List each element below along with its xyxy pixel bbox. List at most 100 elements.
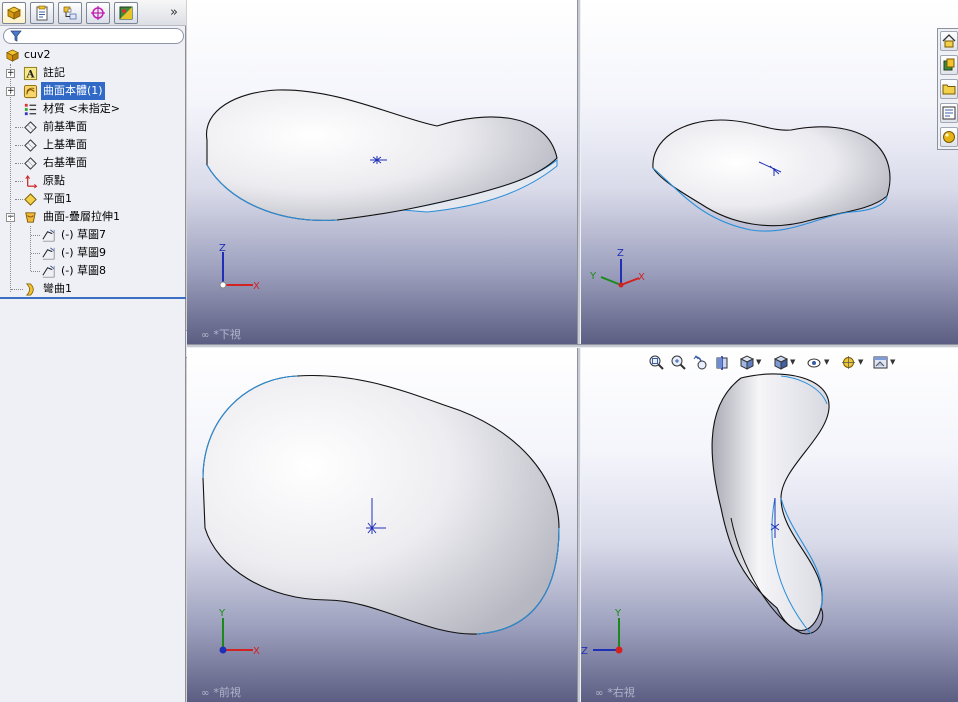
viewport-horizontal-splitter[interactable] bbox=[187, 344, 958, 348]
plane-icon bbox=[22, 137, 38, 153]
part-icon bbox=[4, 47, 20, 63]
triad-icon: Z X Y bbox=[589, 248, 645, 288]
view-orientation-button[interactable]: ▼ bbox=[738, 352, 761, 372]
display-style-icon bbox=[773, 354, 789, 370]
surface-bodies-icon bbox=[22, 83, 38, 99]
tree-connector bbox=[15, 127, 23, 128]
viewport-front-view[interactable]: Y X ∞ *前視 bbox=[187, 348, 577, 702]
tree-item-origin[interactable]: 原點 bbox=[0, 172, 186, 190]
zoom-to-fit-button[interactable] bbox=[648, 352, 665, 372]
surface-loft-icon bbox=[22, 209, 38, 225]
home-icon bbox=[942, 34, 956, 48]
display-style-button[interactable]: ▼ bbox=[772, 352, 795, 372]
property-manager-icon bbox=[36, 5, 48, 21]
svg-text:Z: Z bbox=[219, 243, 226, 254]
configuration-manager-tab[interactable] bbox=[58, 2, 82, 24]
sketch-icon bbox=[40, 245, 56, 261]
design-library-tab[interactable] bbox=[940, 55, 958, 75]
dimxpert-manager-tab[interactable] bbox=[86, 2, 110, 24]
tree-item-label: 前基準面 bbox=[43, 120, 87, 133]
viewport-vertical-splitter[interactable] bbox=[577, 0, 581, 702]
plane-feature-icon bbox=[22, 191, 38, 207]
tree-connector bbox=[15, 163, 23, 164]
svg-text:Y: Y bbox=[218, 608, 226, 619]
appearance-icon bbox=[842, 355, 855, 369]
view-palette-tab[interactable] bbox=[940, 103, 958, 123]
tree-item-material[interactable]: 材質 <未指定> bbox=[0, 100, 186, 118]
feature-tree: cuv2 + A 註記 + 曲面本體(1) 材質 <未指定> 前基準面 上基準面… bbox=[0, 46, 186, 298]
tree-item-plane1[interactable]: 平面1 bbox=[0, 190, 186, 208]
previous-view-button[interactable] bbox=[692, 352, 709, 372]
edit-appearance-button[interactable]: ▼ bbox=[840, 352, 863, 372]
tree-item-front-plane[interactable]: 前基準面 bbox=[0, 118, 186, 136]
tree-item-label: (-) 草圖7 bbox=[61, 228, 107, 241]
triad-icon: Y X bbox=[218, 608, 260, 657]
tree-item-label: 曲面-疊層拉伸1 bbox=[43, 210, 120, 223]
tree-connector bbox=[15, 181, 23, 182]
viewport-right-view[interactable]: Y Z ∞ *右視 bbox=[581, 348, 958, 702]
origin-icon bbox=[22, 173, 38, 189]
tree-item-surface-bodies[interactable]: + 曲面本體(1) bbox=[0, 82, 186, 100]
triad-icon: Z X bbox=[219, 243, 260, 292]
dimxpert-icon bbox=[91, 6, 105, 20]
tree-item-sketch7[interactable]: (-) 草圖7 bbox=[0, 226, 186, 244]
tree-item-sketch9[interactable]: (-) 草圖9 bbox=[0, 244, 186, 262]
configuration-manager-icon bbox=[63, 6, 77, 20]
tree-item-flex1[interactable]: 彎曲1 bbox=[0, 280, 186, 298]
svg-text:A: A bbox=[25, 68, 35, 80]
tree-connector bbox=[31, 253, 40, 254]
zoom-to-area-icon bbox=[671, 355, 686, 370]
apply-scene-button[interactable]: ▼ bbox=[872, 352, 895, 372]
display-manager-icon bbox=[119, 6, 133, 20]
zoom-to-fit-icon bbox=[649, 355, 664, 370]
svg-text:X: X bbox=[638, 272, 645, 283]
tree-item-top-plane[interactable]: 上基準面 bbox=[0, 136, 186, 154]
svg-text:Y: Y bbox=[589, 271, 597, 282]
manager-tabbar: » bbox=[0, 0, 186, 26]
appearance-sphere-icon bbox=[943, 131, 955, 143]
tree-root[interactable]: cuv2 bbox=[0, 46, 186, 64]
tree-item-label: 註記 bbox=[43, 66, 65, 79]
hide-show-items-button[interactable]: ▼ bbox=[806, 352, 829, 372]
tree-item-label: 原點 bbox=[43, 174, 65, 187]
scene-icon bbox=[873, 356, 888, 368]
tree-item-label: 彎曲1 bbox=[43, 282, 72, 295]
tree-connector bbox=[31, 271, 40, 272]
view-orientation-icon bbox=[739, 354, 755, 370]
task-pane-tabs bbox=[937, 28, 958, 150]
model-top-view: Z X bbox=[206, 89, 558, 292]
tree-item-right-plane[interactable]: 右基準面 bbox=[0, 154, 186, 172]
feature-tree-filter-input[interactable] bbox=[3, 28, 184, 44]
annotations-icon: A bbox=[22, 65, 38, 81]
svg-text:Y: Y bbox=[614, 608, 622, 619]
sketch-icon bbox=[40, 227, 56, 243]
tree-item-surface-loft[interactable]: − 曲面-疊層拉伸1 bbox=[0, 208, 186, 226]
tree-item-annotations[interactable]: + A 註記 bbox=[0, 64, 186, 82]
tree-item-label: 上基準面 bbox=[43, 138, 87, 151]
section-view-icon bbox=[716, 355, 728, 370]
model-front-view: Y X bbox=[202, 374, 560, 657]
display-manager-tab[interactable] bbox=[114, 2, 138, 24]
feature-manager-tab[interactable] bbox=[2, 2, 26, 24]
zoom-to-area-button[interactable] bbox=[670, 352, 687, 372]
tree-root-label: cuv2 bbox=[24, 48, 51, 61]
tree-connector bbox=[10, 64, 11, 292]
filter-icon bbox=[10, 30, 22, 42]
viewport-bottom-view[interactable]: Z X ∞ *下視 bbox=[187, 0, 577, 344]
more-tabs-chevron-icon[interactable]: » bbox=[166, 4, 182, 22]
view-orientation-label: ∞ *右視 bbox=[595, 686, 635, 699]
tree-item-sketch8[interactable]: (-) 草圖8 bbox=[0, 262, 186, 280]
solidworks-resources-tab[interactable] bbox=[940, 31, 958, 51]
property-manager-tab[interactable] bbox=[30, 2, 54, 24]
rollback-bar[interactable] bbox=[0, 297, 186, 299]
hide-show-icon bbox=[807, 358, 821, 367]
viewport-isometric-view[interactable]: Z X Y bbox=[581, 0, 958, 344]
file-explorer-tab[interactable] bbox=[940, 79, 958, 99]
tree-item-label: (-) 草圖9 bbox=[61, 246, 107, 259]
tree-item-label: 平面1 bbox=[43, 192, 72, 205]
view-orientation-label: ∞ *前視 bbox=[201, 686, 241, 699]
plane-icon bbox=[22, 155, 38, 171]
section-view-button[interactable] bbox=[714, 352, 731, 372]
tree-connector bbox=[15, 145, 23, 146]
appearances-scenes-tab[interactable] bbox=[940, 127, 958, 147]
